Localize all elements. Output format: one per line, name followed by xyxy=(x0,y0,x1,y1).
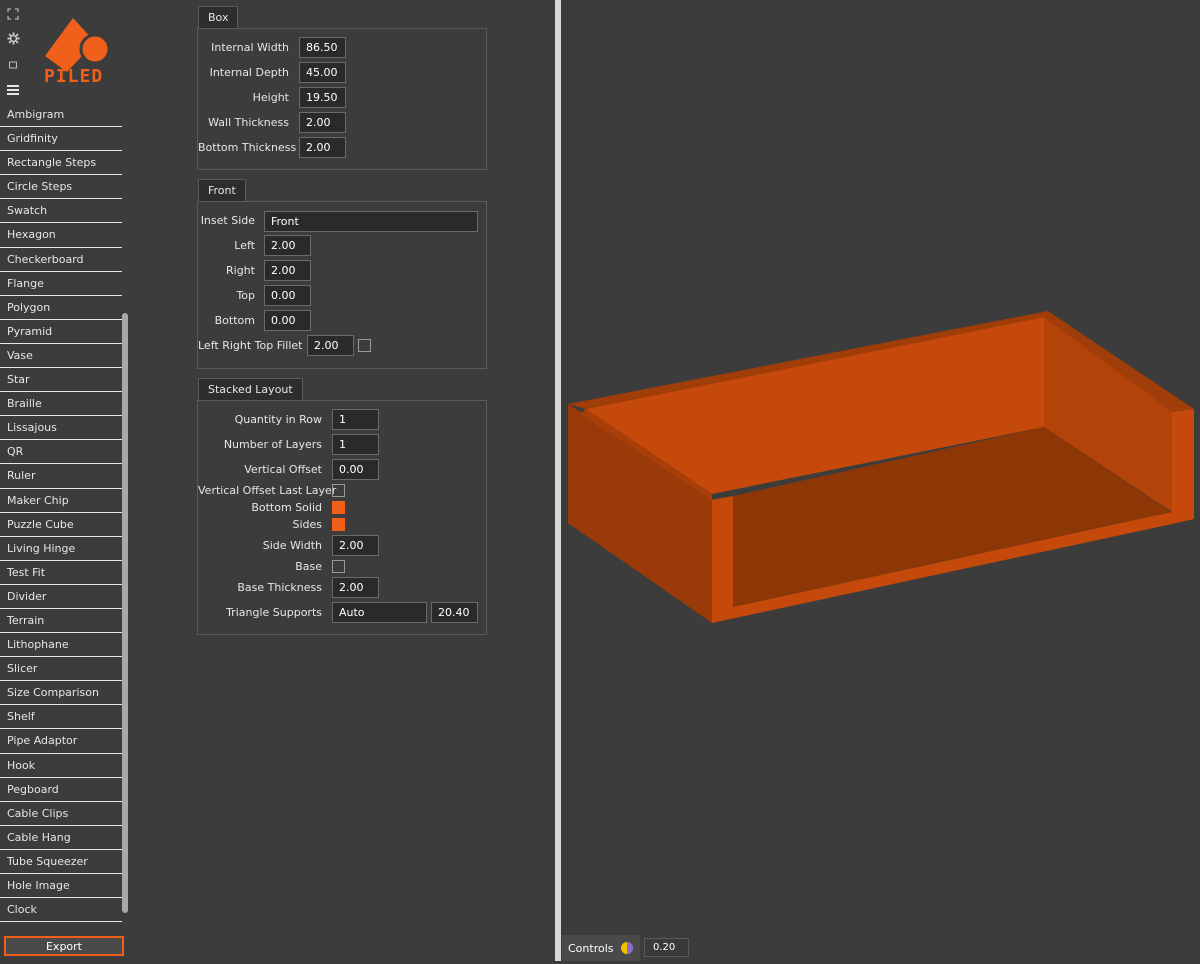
left-input[interactable] xyxy=(264,235,311,256)
sidebar-item[interactable]: Pegboard xyxy=(0,778,122,802)
base-thickness-label: Base Thickness xyxy=(237,581,322,594)
internal-depth-label: Internal Depth xyxy=(209,66,289,79)
sidebar-scrollbar[interactable] xyxy=(122,313,128,913)
side-width-input[interactable] xyxy=(332,535,379,556)
logo-text: PILED xyxy=(44,66,104,87)
sidebar-item[interactable]: Circle Steps xyxy=(0,175,122,200)
export-button[interactable]: Export xyxy=(4,936,124,956)
sidebar-item[interactable]: QR xyxy=(0,440,122,465)
top-label: Top xyxy=(236,289,255,302)
sidebar-item[interactable]: Star xyxy=(0,368,122,393)
right-input[interactable] xyxy=(264,260,311,281)
3d-viewport[interactable] xyxy=(561,0,1200,961)
sidebar-item[interactable]: Puzzle Cube xyxy=(0,513,122,537)
vertical-offset-last-layer-checkbox[interactable] xyxy=(332,484,345,497)
inset-side-label: Inset Side xyxy=(200,214,255,227)
triangle-supports-label: Triangle Supports xyxy=(226,606,322,619)
sidebar-item[interactable]: Ambigram xyxy=(0,103,122,128)
sidebar: PILED Ambigram Gridfinity Rectangle Steps C… xyxy=(0,0,130,961)
triangle-supports-input[interactable] xyxy=(431,602,478,623)
sidebar-item[interactable]: Terrain xyxy=(0,609,122,634)
stacked-layout-section-tab[interactable]: Stacked Layout xyxy=(198,378,303,400)
sidebar-item[interactable]: Divider xyxy=(0,585,122,609)
sidebar-item[interactable]: Hole Image xyxy=(0,874,122,899)
sidebar-item[interactable]: Slicer xyxy=(0,657,122,682)
fullscreen-icon[interactable] xyxy=(6,8,20,22)
inset-side-select[interactable] xyxy=(264,211,478,232)
sidebar-item[interactable]: Checkerboard xyxy=(0,248,122,272)
settings-icon[interactable] xyxy=(6,32,20,46)
menu-icon[interactable] xyxy=(6,84,20,98)
sidebar-item[interactable]: Cable Hang xyxy=(0,826,122,850)
sidebar-item[interactable]: Flange xyxy=(0,272,122,296)
sidebar-item[interactable]: Gridfinity xyxy=(0,127,122,152)
sidebar-item[interactable]: Hexagon xyxy=(0,223,122,248)
sidebar-item[interactable]: Braille xyxy=(0,392,122,417)
sidebar-item[interactable]: Tube Squeezer xyxy=(0,850,122,874)
box-section-tab[interactable]: Box xyxy=(198,6,239,28)
wall-thickness-label: Wall Thickness xyxy=(208,116,289,129)
sidebar-item[interactable]: Maker Chip xyxy=(0,489,122,513)
internal-width-label: Internal Width xyxy=(211,41,289,54)
window-icon[interactable] xyxy=(6,60,20,74)
sidebar-item[interactable]: Pyramid xyxy=(0,320,122,344)
sidebar-item[interactable]: Test Fit xyxy=(0,561,122,585)
sidebar-item[interactable]: Ruler xyxy=(0,464,122,489)
sidebar-item[interactable]: Clock xyxy=(0,898,122,923)
base-thickness-input[interactable] xyxy=(332,577,379,598)
quantity-in-row-input[interactable] xyxy=(332,409,379,430)
box-model xyxy=(568,311,1194,623)
controls-button[interactable]: Controls xyxy=(562,935,620,961)
sidebar-item[interactable]: Hook xyxy=(0,754,122,778)
sides-checkbox[interactable] xyxy=(332,518,345,531)
bottom-thickness-label: Bottom Thickness xyxy=(198,141,297,154)
sidebar-item[interactable]: Size Comparison xyxy=(0,681,122,706)
sidebar-item[interactable]: Lithophane xyxy=(0,633,122,658)
height-label: Height xyxy=(252,91,289,104)
side-width-label: Side Width xyxy=(262,539,322,552)
box-right-post xyxy=(1172,409,1194,524)
internal-width-input[interactable] xyxy=(299,37,346,58)
sides-label: Sides xyxy=(292,518,322,531)
sidebar-item[interactable]: Swatch xyxy=(0,199,122,224)
internal-depth-input[interactable] xyxy=(299,62,346,83)
vertical-offset-input[interactable] xyxy=(332,459,379,480)
quantity-in-row-label: Quantity in Row xyxy=(234,413,322,426)
wall-thickness-input[interactable] xyxy=(299,112,346,133)
vertical-offset-label: Vertical Offset xyxy=(244,463,322,476)
box-front-post xyxy=(712,496,733,623)
base-checkbox[interactable] xyxy=(332,560,345,573)
fillet-input[interactable] xyxy=(307,335,354,356)
bottom-input[interactable] xyxy=(264,310,311,331)
height-input[interactable] xyxy=(299,87,346,108)
sidebar-item[interactable]: Vase xyxy=(0,344,122,369)
theme-toggle-icon[interactable] xyxy=(614,935,640,961)
sidebar-item[interactable]: Rectangle Steps xyxy=(0,151,122,176)
sidebar-item[interactable]: Polygon xyxy=(0,296,122,320)
left-label: Left xyxy=(234,239,255,252)
fillet-checkbox[interactable] xyxy=(358,339,371,352)
bottom-solid-checkbox[interactable] xyxy=(332,501,345,514)
base-label: Base xyxy=(295,560,322,573)
sidebar-item[interactable]: Shelf xyxy=(0,705,122,730)
fillet-label: Left Right Top Fillet xyxy=(198,339,303,352)
sidebar-item[interactable]: Cable Clips xyxy=(0,802,122,826)
sidebar-item[interactable]: Blank xyxy=(0,922,122,929)
zoom-input[interactable] xyxy=(644,938,689,957)
sidebar-item[interactable]: Pipe Adaptor xyxy=(0,729,122,754)
right-label: Right xyxy=(226,264,255,277)
bottom-thickness-input[interactable] xyxy=(299,137,346,158)
sidebar-item[interactable]: Lissajous xyxy=(0,416,122,441)
front-section-tab[interactable]: Front xyxy=(198,179,246,201)
sidebar-item[interactable]: Living Hinge xyxy=(0,537,122,561)
bottom-label: Bottom xyxy=(214,314,255,327)
triangle-supports-select[interactable] xyxy=(332,602,427,623)
model-list: Ambigram Gridfinity Rectangle Steps Circle … xyxy=(0,103,122,929)
number-of-layers-input[interactable] xyxy=(332,434,379,455)
number-of-layers-label: Number of Layers xyxy=(223,438,322,451)
top-input[interactable] xyxy=(264,285,311,306)
